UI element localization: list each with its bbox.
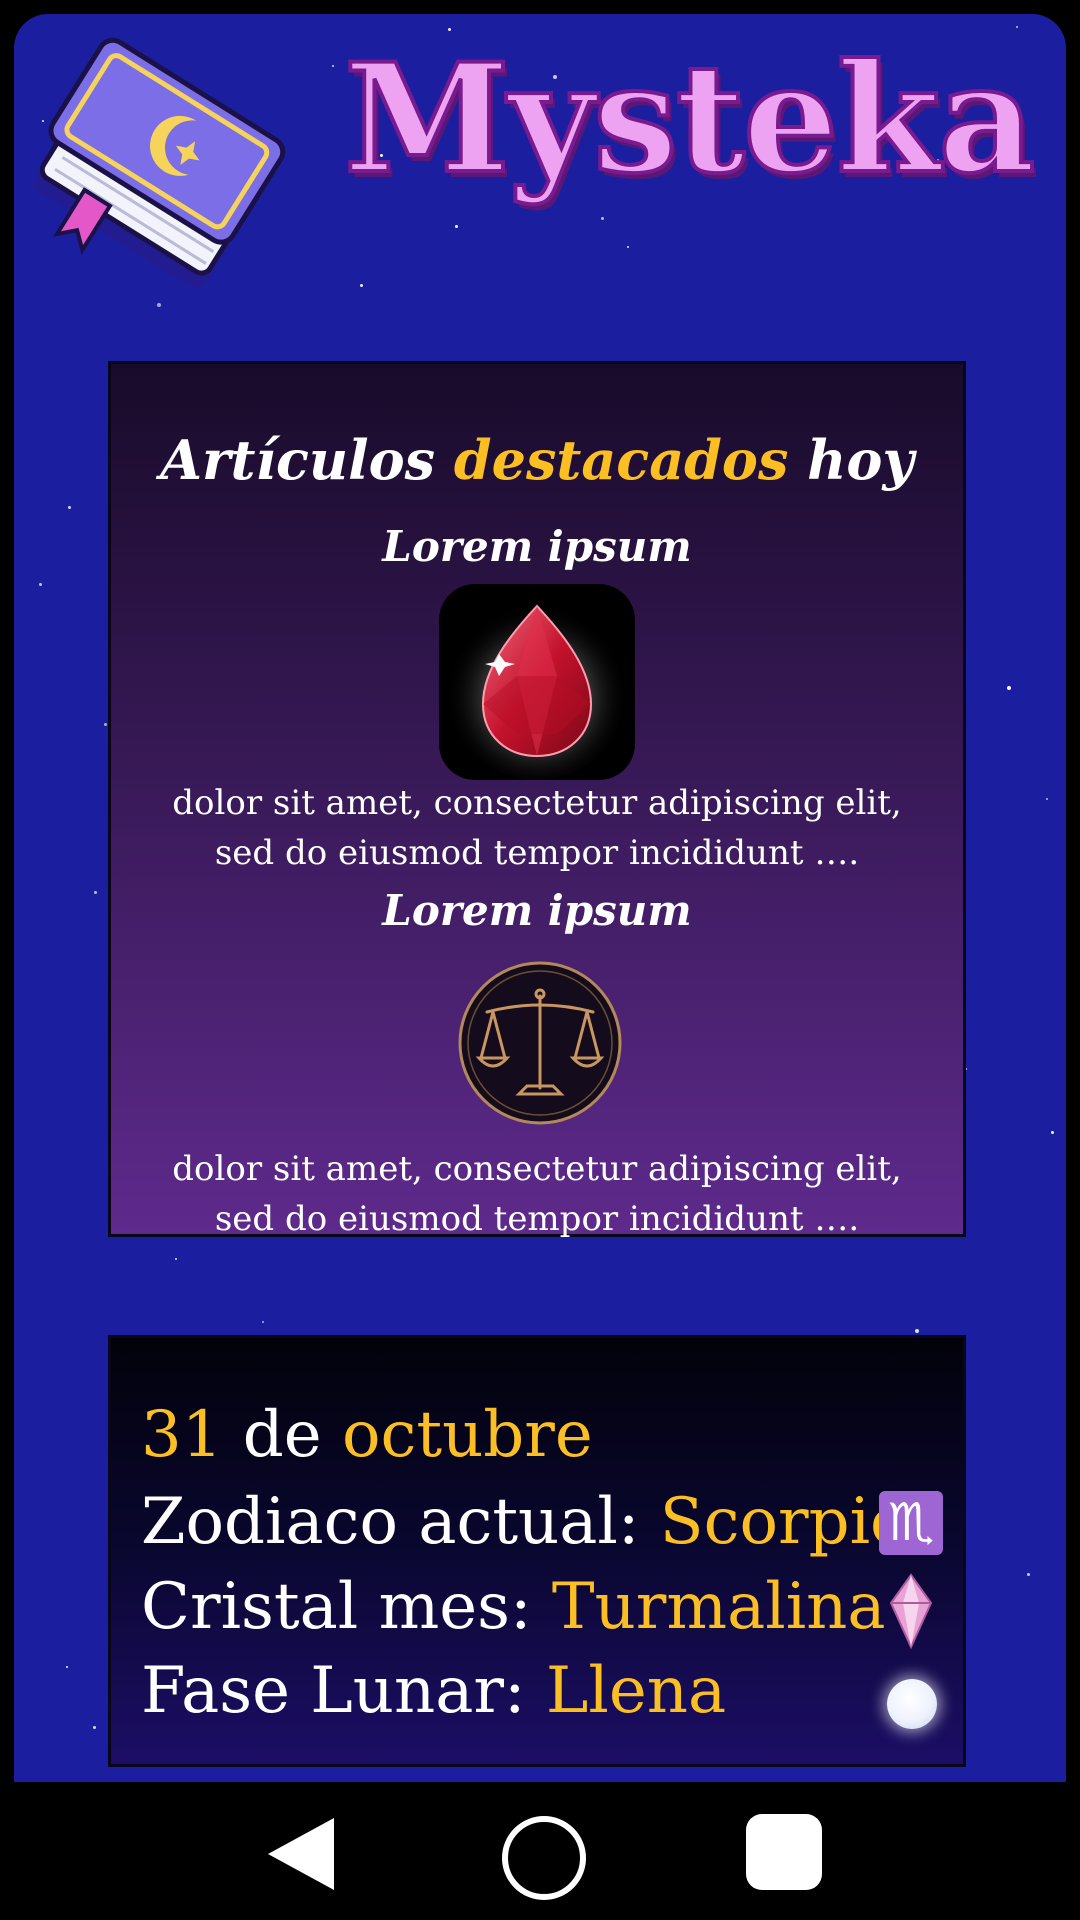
star — [1027, 1573, 1030, 1576]
star — [627, 246, 629, 248]
recents-icon[interactable] — [746, 1814, 822, 1890]
featured-title-part2: hoy — [807, 428, 914, 492]
star — [68, 506, 71, 509]
star — [455, 225, 458, 228]
moon-row: Fase Lunar: Llena — [141, 1659, 726, 1723]
navigation-bar — [0, 1782, 1080, 1920]
zodiac-value: Scorpio — [659, 1485, 909, 1559]
date-day: 31 — [141, 1398, 223, 1472]
article-1-title[interactable]: Lorem ipsum — [111, 522, 963, 572]
moon-value: Llena — [545, 1654, 727, 1728]
star — [601, 217, 604, 220]
libra-scales-icon[interactable] — [457, 960, 623, 1126]
star — [66, 1666, 68, 1668]
star — [1051, 1131, 1054, 1134]
featured-articles-card: Artículos destacados hoy Lorem ipsum dol… — [108, 361, 966, 1239]
article-2-description: dolor sit amet, consectetur adipiscing e… — [172, 1149, 902, 1239]
scorpio-icon: ♏ — [879, 1491, 943, 1555]
full-moon-icon — [887, 1679, 937, 1729]
date-de: de — [242, 1398, 322, 1472]
star — [1046, 798, 1048, 800]
featured-title: Artículos destacados hoy — [111, 428, 963, 493]
featured-title-highlight: destacados — [453, 428, 789, 492]
article-2-title[interactable]: Lorem ipsum — [111, 886, 963, 936]
crystal-row: Cristal mes: Turmalina — [141, 1575, 886, 1639]
crystal-value: Turmalina — [551, 1570, 886, 1644]
spellbook-logo-icon — [35, 37, 286, 288]
star — [915, 1329, 919, 1333]
article-1-description: dolor sit amet, consectetur adipiscing e… — [172, 783, 902, 873]
star — [262, 1321, 264, 1323]
app-title: Mysteka — [342, 31, 1037, 207]
zodiac-label: Zodiaco actual: — [141, 1485, 640, 1559]
date-month: octubre — [341, 1398, 593, 1472]
star — [360, 284, 363, 287]
back-icon[interactable] — [266, 1816, 336, 1892]
star — [94, 891, 97, 894]
moon-label: Fase Lunar: — [141, 1654, 526, 1728]
star — [93, 1726, 96, 1729]
app-screen: Mysteka Artículos destacados hoy Lorem i… — [14, 14, 1066, 1782]
featured-title-part1: Artículos — [160, 428, 436, 492]
star — [1007, 686, 1011, 690]
phone-frame: Mysteka Artículos destacados hoy Lorem i… — [0, 0, 1080, 1782]
star — [175, 1258, 177, 1260]
crystal-icon — [889, 1573, 933, 1649]
date-row: 31 de octubre — [141, 1403, 593, 1467]
zodiac-row: Zodiaco actual: Scorpio — [141, 1490, 909, 1554]
ruby-gem-icon[interactable] — [439, 584, 635, 780]
home-icon[interactable] — [502, 1816, 586, 1900]
daily-info-card: 31 de octubre Zodiaco actual: Scorpio ♏ … — [108, 1335, 966, 1767]
crystal-label: Cristal mes: — [141, 1570, 532, 1644]
star — [1016, 26, 1018, 28]
star — [39, 583, 42, 586]
star — [332, 65, 334, 67]
star — [104, 723, 107, 726]
